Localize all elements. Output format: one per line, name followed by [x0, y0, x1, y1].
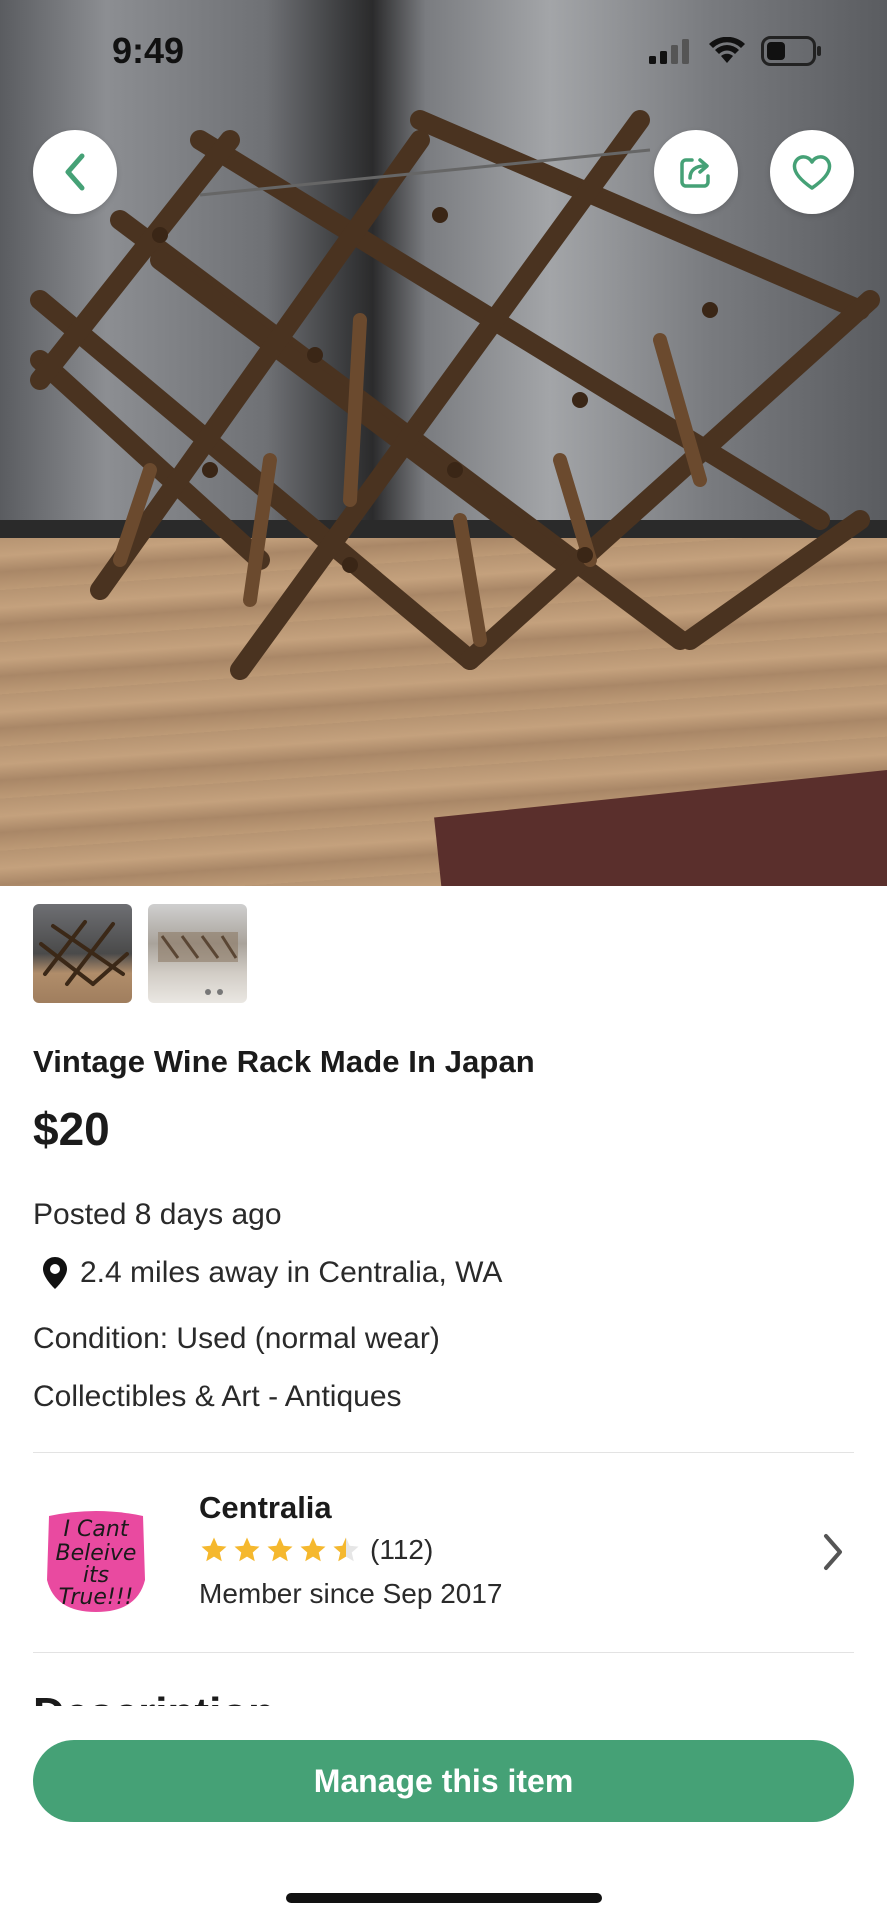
seller-name: Centralia	[199, 1490, 332, 1525]
share-icon	[680, 158, 710, 188]
seller-review-count: (112)	[370, 1534, 434, 1565]
avatar-text-line-1: I Cant	[64, 1517, 130, 1542]
star-icon	[267, 1537, 293, 1562]
manage-item-button[interactable]: Manage this item	[33, 1740, 854, 1822]
location-pin-icon	[43, 1257, 67, 1289]
star-icon	[201, 1537, 227, 1562]
posted-time: Posted 8 days ago	[33, 1198, 282, 1231]
description-heading: Description	[33, 1684, 275, 1706]
chevron-right-icon	[824, 1534, 842, 1570]
location-text: 2.4 miles away in Centralia, WA	[80, 1256, 503, 1289]
battery-icon	[761, 36, 821, 66]
seller-rating: (112)	[199, 1534, 433, 1566]
thumbnail-1[interactable]	[33, 904, 132, 1003]
product-photo[interactable]	[0, 0, 887, 886]
thumbnail-strip	[33, 904, 247, 1003]
thumbnail-1-image	[39, 920, 129, 986]
favorite-button[interactable]	[770, 130, 854, 214]
star-icon	[234, 1537, 260, 1562]
avatar-text-line-4: True!!!	[59, 1585, 134, 1610]
seller-avatar: I Cant Beleive its True!!!	[41, 1502, 151, 1612]
half-star-icon	[333, 1537, 359, 1562]
seller-avatar-image: I Cant Beleive its True!!!	[47, 1511, 145, 1612]
wine-rack-illustration	[30, 110, 880, 680]
listing-condition: Condition: Used (normal wear)	[33, 1322, 440, 1355]
location-row[interactable]: 2.4 miles away in Centralia, WA	[42, 1256, 502, 1290]
listing-price: $20	[33, 1103, 110, 1155]
listing-title: Vintage Wine Rack Made In Japan	[33, 1044, 535, 1079]
chevron-left-icon	[65, 153, 85, 191]
seller-member-since: Member since Sep 2017	[199, 1578, 503, 1609]
wifi-icon	[709, 37, 745, 63]
listing-category[interactable]: Collectibles & Art - Antiques	[33, 1380, 402, 1414]
divider	[33, 1452, 854, 1453]
divider	[33, 1652, 854, 1653]
back-button[interactable]	[33, 130, 117, 214]
status-bar: 9:49	[0, 0, 887, 100]
thumbnail-2[interactable]	[148, 904, 247, 1003]
home-indicator	[286, 1893, 602, 1903]
heart-icon	[792, 155, 832, 190]
status-time: 9:49	[112, 30, 185, 71]
thumbnail-2-image	[158, 932, 238, 995]
signal-icon	[649, 39, 689, 64]
star-icon	[300, 1537, 326, 1562]
share-button[interactable]	[654, 130, 738, 214]
seller-card[interactable]: I Cant Beleive its True!!! Centralia (11…	[33, 1482, 854, 1632]
status-icons	[649, 36, 823, 66]
